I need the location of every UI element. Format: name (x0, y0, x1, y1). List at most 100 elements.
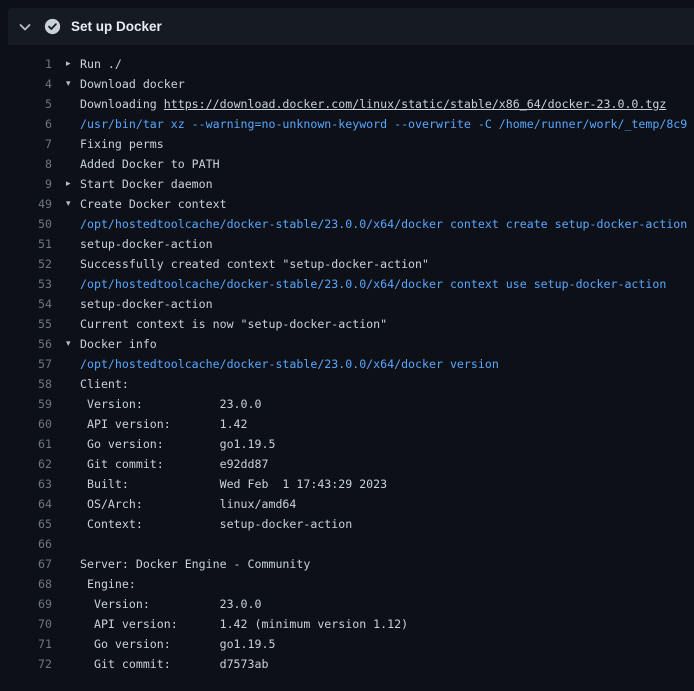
log-line: 1 ▸Run ./ (0, 54, 694, 74)
line-number[interactable]: 1 (0, 57, 52, 71)
line-number[interactable]: 5 (0, 97, 52, 111)
log-text: /opt/hostedtoolcache/docker-stable/23.0.… (80, 217, 687, 231)
log-line: 58 Client: (0, 374, 694, 394)
line-number[interactable]: 53 (0, 277, 52, 291)
log-line: 52 Successfully created context "setup-do… (0, 254, 694, 274)
log-line: 64 OS/Arch: linux/amd64 (0, 494, 694, 514)
log-text: setup-docker-action (80, 237, 213, 251)
log-text: Context: setup-docker-action (80, 517, 352, 531)
log-lines: 1▸Run ./4▾Download docker5Downloading ht… (0, 45, 694, 674)
log-url-link[interactable]: https://download.docker.com/linux/static… (164, 97, 667, 111)
expand-arrow-icon[interactable]: ▸ (66, 54, 80, 74)
log-text: Successfully created context "setup-dock… (80, 257, 429, 271)
line-number[interactable]: 9 (0, 177, 52, 191)
log-group-title[interactable]: Docker info (80, 337, 157, 351)
log-line: 72 Git commit: d7573ab (0, 654, 694, 674)
log-text: API version: 1.42 (minimum version 1.12) (80, 617, 408, 631)
log-text: Version: 23.0.0 (80, 397, 261, 411)
line-number[interactable]: 8 (0, 157, 52, 171)
line-number[interactable]: 52 (0, 257, 52, 271)
log-text: Built: Wed Feb 1 17:43:29 2023 (80, 477, 387, 491)
log-text: Version: 23.0.0 (80, 597, 261, 611)
line-number[interactable]: 50 (0, 217, 52, 231)
log-text: Added Docker to PATH (80, 157, 220, 171)
line-number[interactable]: 54 (0, 297, 52, 311)
line-number[interactable]: 70 (0, 617, 52, 631)
step-title: Set up Docker (71, 19, 162, 34)
log-line: 54 setup-docker-action (0, 294, 694, 314)
log-text: Current context is now "setup-docker-act… (80, 317, 387, 331)
line-number[interactable]: 6 (0, 117, 52, 131)
log-text: Downloading (80, 97, 164, 111)
line-number[interactable]: 62 (0, 457, 52, 471)
log-line: 50/opt/hostedtoolcache/docker-stable/23.… (0, 214, 694, 234)
log-line: 60 API version: 1.42 (0, 414, 694, 434)
line-number[interactable]: 56 (0, 337, 52, 351)
line-number[interactable]: 51 (0, 237, 52, 251)
line-number[interactable]: 57 (0, 357, 52, 371)
log-text: Git commit: e92dd87 (80, 457, 268, 471)
log-line: 55 Current context is now "setup-docker-a… (0, 314, 694, 334)
log-line: 62 Git commit: e92dd87 (0, 454, 694, 474)
log-text: Go version: go1.19.5 (80, 637, 275, 651)
line-number[interactable]: 66 (0, 537, 52, 551)
log-group-title[interactable]: Create Docker context (80, 197, 227, 211)
line-number[interactable]: 64 (0, 497, 52, 511)
log-text: Server: Docker Engine - Community (80, 557, 310, 571)
log-line: 4 ▾Download docker (0, 74, 694, 94)
log-line: 61 Go version: go1.19.5 (0, 434, 694, 454)
log-text: setup-docker-action (80, 297, 213, 311)
line-number[interactable]: 49 (0, 197, 52, 211)
line-number[interactable]: 58 (0, 377, 52, 391)
chevron-down-icon[interactable] (17, 19, 33, 35)
line-number[interactable]: 4 (0, 77, 52, 91)
line-number[interactable]: 63 (0, 477, 52, 491)
log-line: 65 Context: setup-docker-action (0, 514, 694, 534)
log-line: 71 Go version: go1.19.5 (0, 634, 694, 654)
collapse-arrow-icon[interactable]: ▾ (66, 194, 80, 214)
log-line: 6/usr/bin/tar xz --warning=no-unknown-ke… (0, 114, 694, 134)
log-line: 56 ▾Docker info (0, 334, 694, 354)
line-number[interactable]: 59 (0, 397, 52, 411)
log-text: OS/Arch: linux/amd64 (80, 497, 296, 511)
step-header[interactable]: Set up Docker (8, 8, 694, 45)
log-text: API version: 1.42 (80, 417, 248, 431)
line-number[interactable]: 67 (0, 557, 52, 571)
log-text: /opt/hostedtoolcache/docker-stable/23.0.… (80, 277, 666, 291)
collapse-arrow-icon[interactable]: ▾ (66, 74, 80, 94)
line-number[interactable]: 72 (0, 657, 52, 671)
log-line: 53/opt/hostedtoolcache/docker-stable/23.… (0, 274, 694, 294)
log-text: /opt/hostedtoolcache/docker-stable/23.0.… (80, 357, 499, 371)
line-number[interactable]: 71 (0, 637, 52, 651)
line-number[interactable]: 61 (0, 437, 52, 451)
log-line: 49 ▾Create Docker context (0, 194, 694, 214)
line-number[interactable]: 68 (0, 577, 52, 591)
line-number[interactable]: 7 (0, 137, 52, 151)
collapse-arrow-icon[interactable]: ▾ (66, 334, 80, 354)
check-circle-icon (44, 18, 61, 35)
line-number[interactable]: 60 (0, 417, 52, 431)
log-line: 70 API version: 1.42 (minimum version 1.… (0, 614, 694, 634)
log-line: 59 Version: 23.0.0 (0, 394, 694, 414)
log-text: Client: (80, 377, 129, 391)
log-group-title[interactable]: Download docker (80, 77, 185, 91)
log-line: 9 ▸Start Docker daemon (0, 174, 694, 194)
log-line: 66 (0, 534, 694, 554)
log-group-title[interactable]: Run ./ (80, 57, 122, 71)
log-line: 68 Engine: (0, 574, 694, 594)
log-line: 67 Server: Docker Engine - Community (0, 554, 694, 574)
log-line: 63 Built: Wed Feb 1 17:43:29 2023 (0, 474, 694, 494)
log-text: Go version: go1.19.5 (80, 437, 275, 451)
log-text: /usr/bin/tar xz --warning=no-unknown-key… (80, 117, 687, 131)
log-line: 69 Version: 23.0.0 (0, 594, 694, 614)
log-line: 57/opt/hostedtoolcache/docker-stable/23.… (0, 354, 694, 374)
log-line: 5 Downloading https://download.docker.com… (0, 94, 694, 114)
line-number[interactable]: 65 (0, 517, 52, 531)
log-text: Engine: (80, 577, 136, 591)
log-group-title[interactable]: Start Docker daemon (80, 177, 213, 191)
line-number[interactable]: 55 (0, 317, 52, 331)
log-line: 8 Added Docker to PATH (0, 154, 694, 174)
expand-arrow-icon[interactable]: ▸ (66, 174, 80, 194)
log-line: 7Fixing perms (0, 134, 694, 154)
line-number[interactable]: 69 (0, 597, 52, 611)
